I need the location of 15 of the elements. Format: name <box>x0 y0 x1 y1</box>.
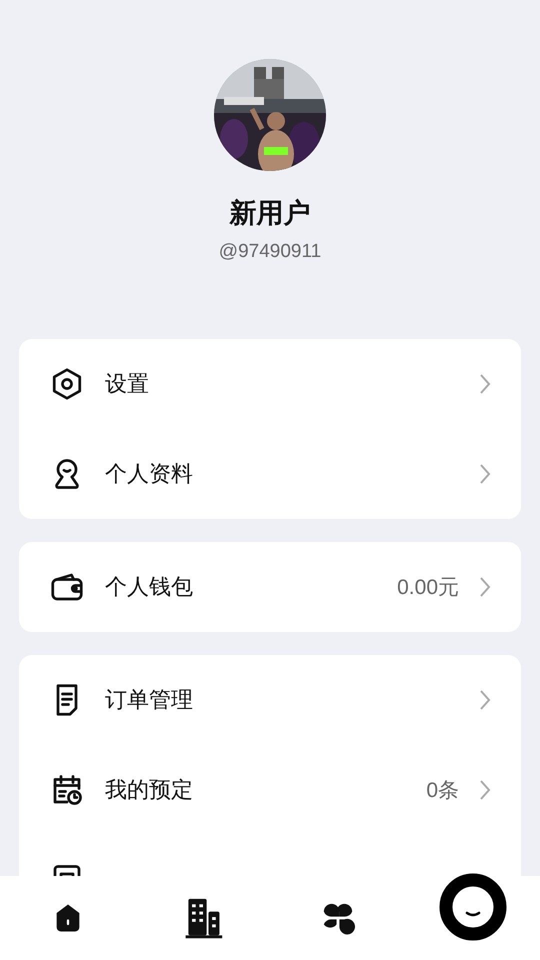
menu-value: 0.00元 <box>397 575 459 601</box>
user-id: @97490911 <box>218 241 322 263</box>
chevron-right-icon[interactable] <box>479 373 491 395</box>
user-name: 新用户 <box>230 197 310 231</box>
chevron-right-icon[interactable] <box>479 576 491 598</box>
menu-item[interactable]: 我的预定 <box>105 775 406 805</box>
menu-item[interactable]: 个人资料 <box>105 459 459 489</box>
chevron-right-icon[interactable] <box>479 463 491 485</box>
menu-value: 0条 <box>426 778 459 804</box>
menu-item[interactable]: 订单管理 <box>105 685 459 715</box>
face-ring-icon[interactable] <box>438 873 506 941</box>
chevron-right-icon[interactable] <box>479 689 491 711</box>
menu-item[interactable]: 个人钱包 <box>105 572 378 602</box>
menu-item[interactable]: 设置 <box>105 369 459 399</box>
chevron-right-icon[interactable] <box>479 779 491 801</box>
